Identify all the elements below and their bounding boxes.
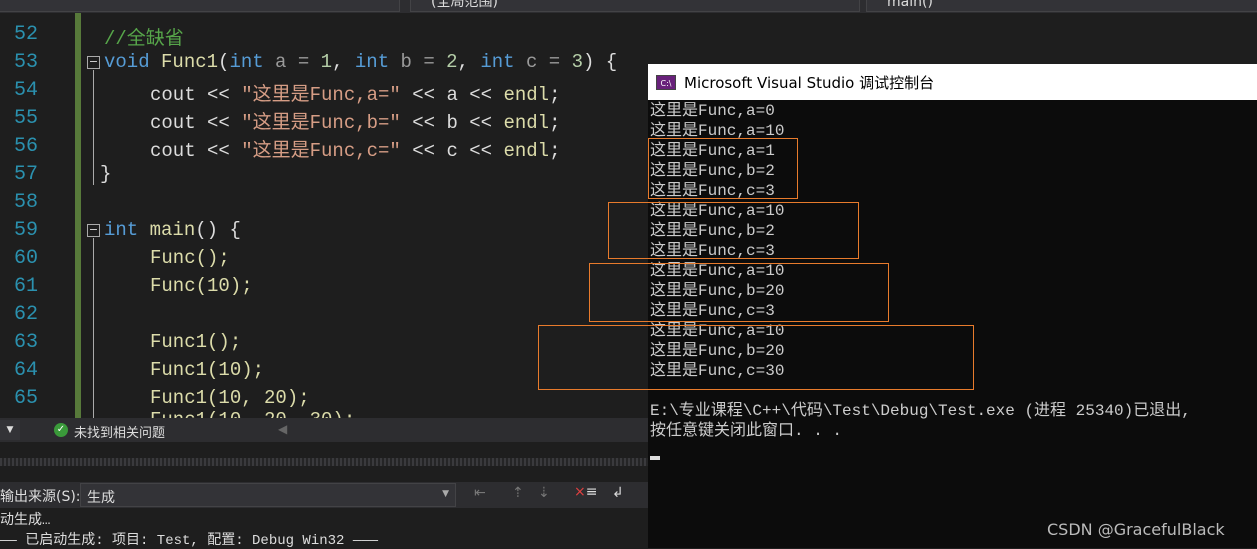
project-dropdown[interactable] xyxy=(0,0,400,12)
code-line-57: } xyxy=(100,163,112,185)
highlight-box xyxy=(538,325,974,390)
line-number: 63 xyxy=(13,331,38,354)
line-number: 62 xyxy=(13,303,38,326)
output-line: —— 已启动生成: 项目: Test, 配置: Debug Win32 ——— xyxy=(0,533,379,549)
code-line-53: void Func1(int a = 1, int b = 2, int c =… xyxy=(104,51,618,73)
collapse-icon[interactable]: − xyxy=(87,56,100,69)
word-wrap-icon[interactable]: ↲ xyxy=(612,485,624,501)
watermark: CSDN @GracefulBlack xyxy=(1047,520,1225,539)
code-line-56: cout << "这里是Func,c=" << c << endl; xyxy=(150,140,561,162)
line-number: 56 xyxy=(13,135,38,158)
highlight-box xyxy=(589,263,889,322)
highlight-box xyxy=(608,202,859,259)
line-number: 61 xyxy=(13,275,38,298)
error-status-bar: ▼ ✓ 未找到相关问题 ◀ xyxy=(0,418,650,442)
code-line-59: int main() { xyxy=(104,219,241,241)
line-number: 52 xyxy=(13,23,38,46)
console-exit-line: E:\专业课程\C++\代码\Test\Debug\Test.exe (进程 2… xyxy=(650,402,1191,420)
code-line-55: cout << "这里是Func,b=" << b << endl; xyxy=(150,112,561,134)
next-message-icon[interactable]: ⇣ xyxy=(538,485,550,501)
scroll-left-icon[interactable]: ◀ xyxy=(278,422,287,436)
check-icon: ✓ xyxy=(54,423,68,437)
output-source-select[interactable]: 生成 ▼ xyxy=(80,483,456,507)
member-value: main() xyxy=(887,0,933,10)
code-line-64: Func1(10); xyxy=(150,359,265,381)
change-indicator xyxy=(75,13,81,418)
console-output-line: 这里是Func,a=0 xyxy=(650,102,775,120)
line-number: 54 xyxy=(13,79,38,102)
line-number: 58 xyxy=(13,191,38,214)
output-source-label: 输出来源(S): xyxy=(0,489,81,505)
collapse-icon[interactable]: − xyxy=(87,224,100,237)
line-number: 51 xyxy=(0,13,38,18)
fold-guide xyxy=(93,238,94,418)
find-message-icon[interactable]: ⇤ xyxy=(474,485,486,501)
console-cursor xyxy=(650,456,660,460)
line-number: 65 xyxy=(13,387,38,410)
console-close-line: 按任意键关闭此窗口. . . xyxy=(650,422,843,440)
navigation-bar: (全局范围) main() xyxy=(0,0,1257,13)
console-title-bar[interactable]: C:\ Microsoft Visual Studio 调试控制台 xyxy=(648,64,1257,100)
output-toolbar: 输出来源(S): 生成 ▼ ⇤ ⇡ ⇣ ×≡ ↲ xyxy=(0,482,650,508)
code-line-60: Func(); xyxy=(150,247,230,269)
output-panel: 输出来源(S): 生成 ▼ ⇤ ⇡ ⇣ ×≡ ↲ 动生成… —— 已启动生成: 项… xyxy=(0,442,650,549)
line-number: 59 xyxy=(13,219,38,242)
panel-grip[interactable] xyxy=(0,458,650,466)
code-comment: //全缺省 xyxy=(104,28,184,50)
code-line-61: Func(10); xyxy=(150,275,253,297)
line-number: 57 xyxy=(13,163,38,186)
console-title: Microsoft Visual Studio 调试控制台 xyxy=(684,73,935,92)
output-line: 动生成… xyxy=(0,513,51,529)
code-line-65: Func1(10, 20); xyxy=(150,387,310,409)
zoom-dropdown[interactable]: ▼ xyxy=(0,420,20,440)
issues-status[interactable]: 未找到相关问题 xyxy=(74,422,165,441)
code-line-66: Func1(10, 20, 30); xyxy=(150,409,355,418)
line-number: 53 xyxy=(13,51,38,74)
console-app-icon: C:\ xyxy=(656,74,676,90)
member-dropdown[interactable]: main() xyxy=(866,0,1257,12)
scope-value: (全局范围) xyxy=(431,0,498,10)
clear-all-icon[interactable]: ×≡ xyxy=(574,484,597,500)
previous-message-icon[interactable]: ⇡ xyxy=(512,485,524,501)
line-number: 55 xyxy=(13,107,38,130)
code-line-54: cout << "这里是Func,a=" << a << endl; xyxy=(150,84,561,106)
fold-guide xyxy=(93,70,94,185)
highlight-box xyxy=(648,138,798,199)
line-number: 64 xyxy=(13,359,38,382)
scope-dropdown[interactable]: (全局范围) xyxy=(410,0,860,12)
line-number: 60 xyxy=(13,247,38,270)
code-line-63: Func1(); xyxy=(150,331,242,353)
